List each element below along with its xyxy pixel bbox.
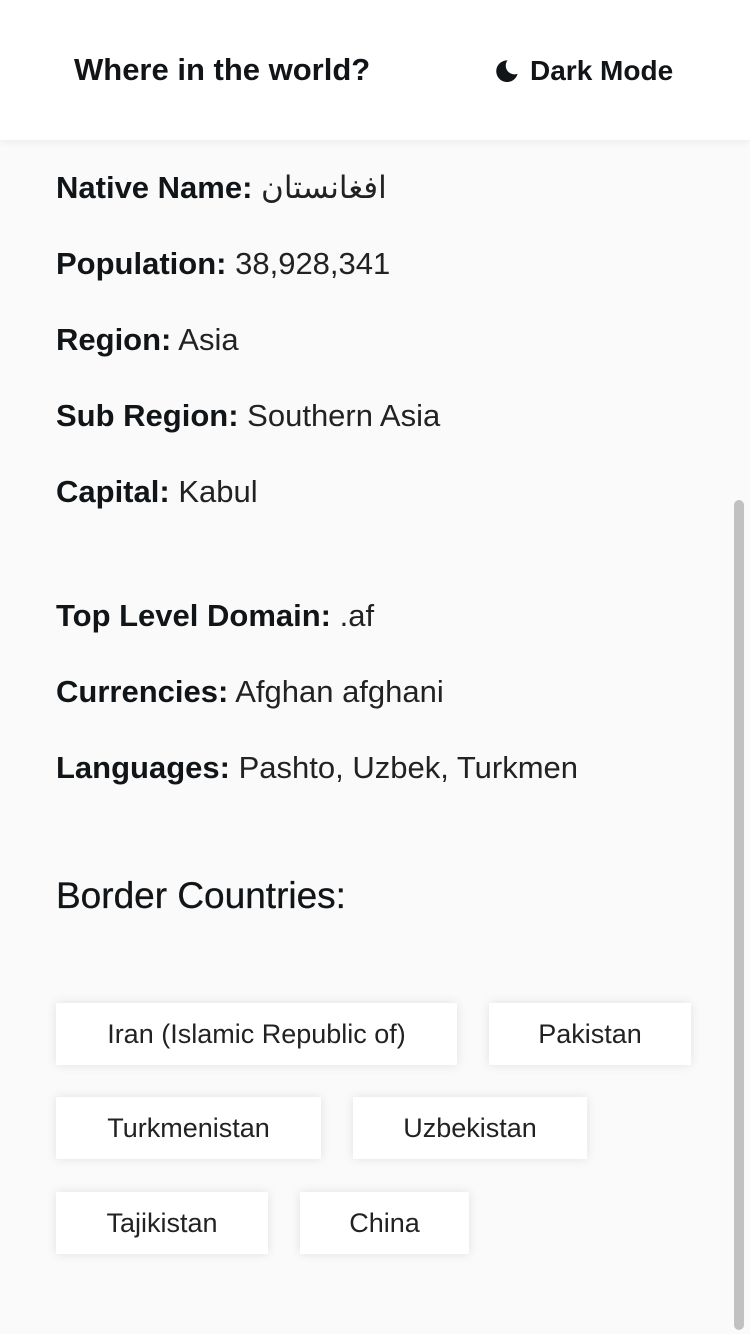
region-row: Region: Asia	[56, 320, 239, 360]
app-title: Where in the world?	[74, 52, 371, 87]
population-label: Population:	[56, 246, 227, 281]
languages-label: Languages:	[56, 750, 230, 785]
sub-region-row: Sub Region: Southern Asia	[56, 396, 440, 436]
currencies-label: Currencies:	[56, 674, 229, 709]
currencies-value: Afghan afghani	[235, 674, 444, 709]
currencies-row: Currencies: Afghan afghani	[56, 672, 444, 712]
moon-icon	[496, 60, 518, 83]
border-countries-title: Border Countries:	[56, 875, 346, 916]
population-row: Population: 38,928,341	[56, 244, 390, 284]
top-level-domain-value: .af	[339, 598, 375, 633]
app-header: Where in the world? Dark Mode	[0, 0, 750, 140]
sub-region-value: Southern Asia	[247, 398, 441, 433]
capital-value: Kabul	[178, 474, 258, 509]
population-value: 38,928,341	[235, 246, 391, 281]
dark-mode-toggle[interactable]: Dark Mode	[494, 51, 673, 91]
region-label: Region:	[56, 322, 172, 357]
border-country-button[interactable]: Turkmenistan	[56, 1097, 321, 1159]
native-name-value: افغانستان	[261, 170, 387, 205]
capital-label: Capital:	[56, 474, 170, 509]
native-name-row: Native Name: افغانستان	[56, 168, 387, 208]
languages-value: Pashto, Uzbek, Turkmen	[238, 750, 579, 785]
languages-row: Languages: Pashto, Uzbek, Turkmen	[56, 748, 578, 788]
sub-region-label: Sub Region:	[56, 398, 239, 433]
border-country-button[interactable]: Tajikistan	[56, 1192, 268, 1254]
border-country-button[interactable]: Pakistan	[489, 1003, 691, 1065]
capital-row: Capital: Kabul	[56, 472, 258, 512]
border-country-button[interactable]: Uzbekistan	[353, 1097, 587, 1159]
scrollbar-thumb[interactable]	[734, 500, 744, 1330]
top-level-domain-label: Top Level Domain:	[56, 598, 332, 633]
border-country-button[interactable]: China	[300, 1192, 469, 1254]
top-level-domain-row: Top Level Domain: .af	[56, 596, 374, 636]
dark-mode-label: Dark Mode	[530, 55, 674, 86]
border-country-button[interactable]: Iran (Islamic Republic of)	[56, 1003, 457, 1065]
native-name-label: Native Name:	[56, 170, 253, 205]
region-value: Asia	[178, 322, 239, 357]
